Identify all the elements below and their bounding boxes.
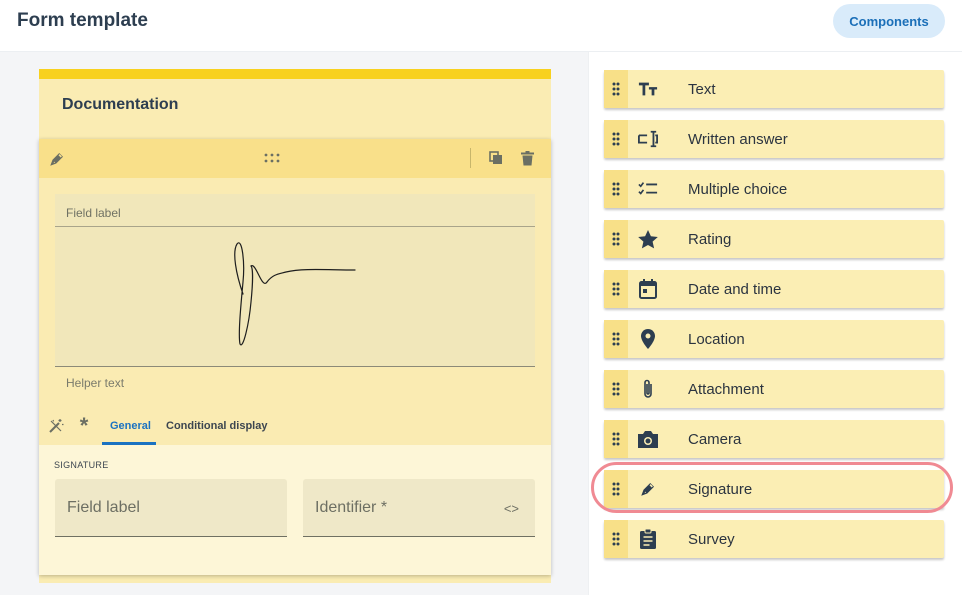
text-field-icon: [638, 129, 658, 149]
pen-nib-icon: [638, 479, 658, 499]
settings-tabs: * General Conditional display: [39, 407, 551, 445]
drag-handle-icon[interactable]: [604, 270, 628, 308]
pen-nib-icon: [47, 149, 67, 169]
paperclip-icon: [638, 379, 658, 399]
code-icon[interactable]: <>: [504, 501, 519, 516]
signature-pad[interactable]: Field label: [55, 194, 535, 367]
calendar-icon: [638, 279, 658, 299]
tab-conditional-display[interactable]: Conditional display: [166, 420, 267, 432]
component-camera[interactable]: Camera: [604, 420, 944, 458]
components-button[interactable]: Components: [833, 4, 945, 38]
field-label-placeholder: Field label: [67, 499, 140, 516]
trash-icon[interactable]: [518, 149, 536, 167]
tab-general[interactable]: General: [110, 420, 151, 432]
copy-icon[interactable]: [487, 149, 505, 167]
drag-handle-icon[interactable]: [261, 150, 283, 166]
drag-handle-icon[interactable]: [604, 220, 628, 258]
field-label-input[interactable]: Field label: [55, 479, 287, 537]
drag-handle-icon[interactable]: [604, 170, 628, 208]
drag-handle-icon[interactable]: [604, 320, 628, 358]
text-format-icon: [638, 79, 658, 99]
star-icon: [638, 229, 658, 249]
component-label: Rating: [688, 231, 732, 248]
camera-icon: [638, 429, 658, 449]
component-label: Signature: [688, 481, 753, 498]
section-card: Documentation Field label Helper text * …: [39, 69, 551, 583]
panel-divider: [588, 52, 589, 595]
settings-panel: SIGNATURE Field label Identifier * <>: [39, 445, 551, 575]
drag-handle-icon[interactable]: [604, 420, 628, 458]
section-title[interactable]: Documentation: [62, 96, 178, 114]
component-survey[interactable]: Survey: [604, 520, 944, 558]
component-attachment[interactable]: Attachment: [604, 370, 944, 408]
card-color-bar: [39, 69, 551, 79]
section-label: SIGNATURE: [54, 460, 109, 470]
identifier-placeholder: Identifier *: [315, 499, 388, 516]
drag-handle-icon[interactable]: [604, 520, 628, 558]
drag-handle-icon[interactable]: [604, 470, 628, 508]
page-title: Form template: [17, 10, 148, 31]
checklist-icon: [638, 179, 658, 199]
drag-handle-icon[interactable]: [604, 70, 628, 108]
magic-wand-icon[interactable]: [47, 417, 65, 435]
component-label: Attachment: [688, 381, 764, 398]
component-rating[interactable]: Rating: [604, 220, 944, 258]
component-label: Location: [688, 331, 745, 348]
component-label: Survey: [688, 531, 735, 548]
component-label: Text: [688, 81, 716, 98]
component-multiple-choice[interactable]: Multiple choice: [604, 170, 944, 208]
component-text[interactable]: Text: [604, 70, 944, 108]
component-signature[interactable]: Signature: [604, 470, 944, 508]
component-date-and-time[interactable]: Date and time: [604, 270, 944, 308]
top-bar: Form template Components: [0, 0, 962, 52]
component-label: Written answer: [688, 131, 788, 148]
required-asterisk-icon[interactable]: *: [75, 413, 93, 438]
identifier-input[interactable]: Identifier * <>: [303, 479, 535, 537]
location-pin-icon: [638, 329, 658, 349]
signature-field-editor[interactable]: Field label Helper text * General Condit…: [39, 139, 551, 575]
drag-handle-icon[interactable]: [604, 370, 628, 408]
component-written-answer[interactable]: Written answer: [604, 120, 944, 158]
clipboard-icon: [638, 529, 658, 549]
drag-handle-icon[interactable]: [604, 120, 628, 158]
signature-stroke: [234, 242, 356, 346]
component-location[interactable]: Location: [604, 320, 944, 358]
component-label: Camera: [688, 431, 742, 448]
component-label: Multiple choice: [688, 181, 788, 198]
helper-text: Helper text: [66, 376, 125, 390]
toolbar-divider: [470, 148, 471, 168]
component-label: Date and time: [688, 281, 782, 298]
field-toolbar: [39, 139, 551, 178]
